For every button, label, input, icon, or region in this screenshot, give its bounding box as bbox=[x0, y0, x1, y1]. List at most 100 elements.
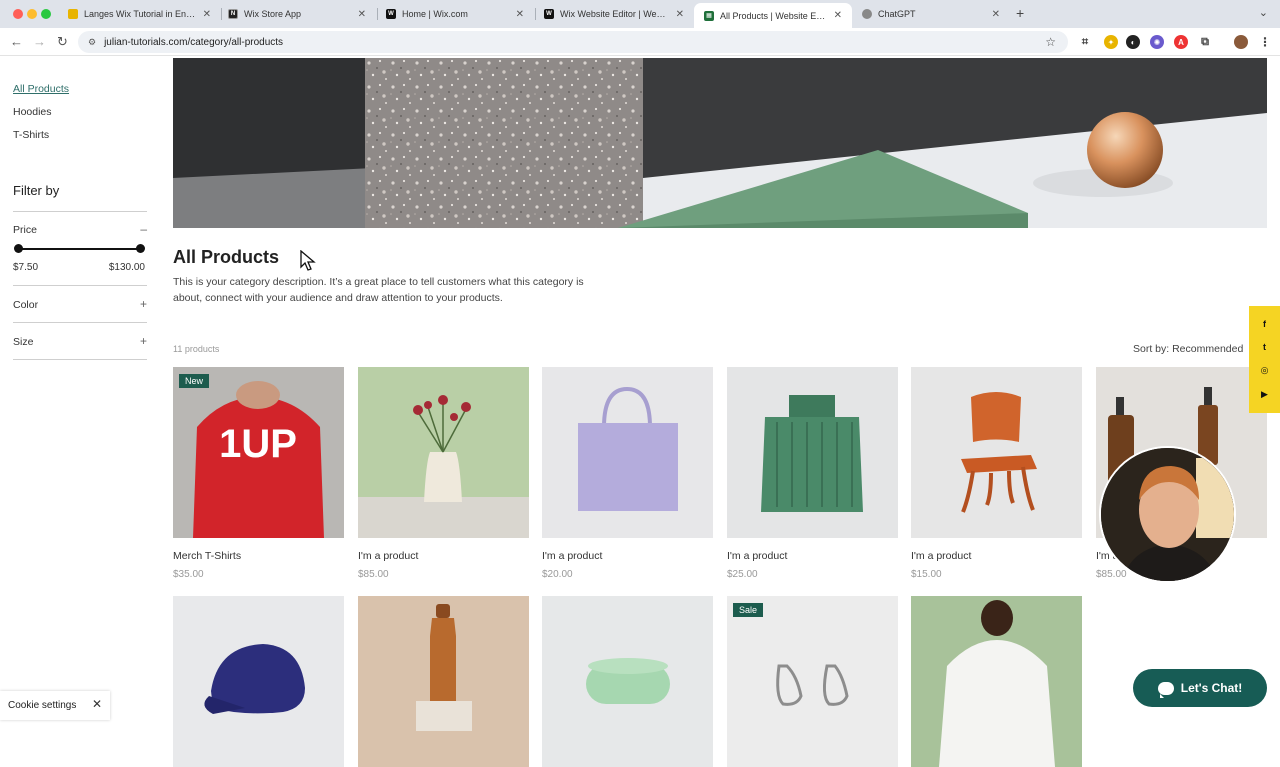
price-min-value: $7.50 bbox=[13, 262, 39, 273]
expand-color-icon[interactable]: + bbox=[140, 297, 147, 311]
url-text: julian-tutorials.com/category/all-produc… bbox=[104, 36, 284, 48]
product-image-flower-vase[interactable] bbox=[358, 367, 529, 538]
product-image-wooden-chair[interactable] bbox=[911, 367, 1082, 538]
tab-close-icon[interactable]: ✕ bbox=[834, 10, 842, 21]
product-price: $20.00 bbox=[542, 569, 573, 580]
tab-title: Wix Website Editor | Website bbox=[560, 9, 670, 19]
divider bbox=[13, 359, 147, 360]
new-tab-icon[interactable]: + bbox=[1016, 5, 1024, 21]
chat-bubble-icon bbox=[1157, 681, 1174, 698]
cast-icon[interactable]: ⌗ bbox=[1078, 35, 1092, 49]
cookie-settings-button[interactable]: Cookie settings ✕ bbox=[0, 691, 110, 720]
tab-favicon: ▦ bbox=[704, 10, 714, 21]
tab-title: Home | Wix.com bbox=[402, 9, 468, 19]
address-bar[interactable]: ⚙ julian-tutorials.com/category/all-prod… bbox=[78, 31, 1068, 53]
product-image-silver-earrings[interactable] bbox=[727, 596, 898, 767]
filter-color-label[interactable]: Color bbox=[13, 299, 38, 311]
tab-close-icon[interactable]: ✕ bbox=[203, 9, 211, 20]
extension-icon[interactable]: ✦ bbox=[1104, 35, 1118, 49]
product-image-white-tshirt[interactable] bbox=[911, 596, 1082, 767]
maximize-window-button[interactable] bbox=[41, 9, 51, 19]
tab-close-icon[interactable]: ✕ bbox=[992, 9, 1000, 20]
category-link-t-shirts[interactable]: T-Shirts bbox=[13, 129, 49, 141]
webcam-overlay bbox=[1099, 446, 1236, 583]
close-icon[interactable]: ✕ bbox=[92, 697, 102, 711]
browser-tab[interactable]: N Wix Store App ✕ bbox=[218, 3, 376, 25]
category-link-all-products[interactable]: All Products bbox=[13, 83, 69, 95]
product-name[interactable]: I'm a product bbox=[911, 550, 971, 562]
puzzle-extensions-icon[interactable]: ⧉ bbox=[1198, 35, 1212, 49]
divider bbox=[13, 211, 147, 212]
browser-tab[interactable]: W Wix Website Editor | Website ✕ bbox=[534, 3, 694, 25]
divider bbox=[13, 285, 147, 286]
product-image-green-soap[interactable] bbox=[542, 596, 713, 767]
filter-size-label[interactable]: Size bbox=[13, 336, 33, 348]
divider bbox=[13, 322, 147, 323]
category-banner-image bbox=[173, 58, 1267, 228]
product-count: 11 products bbox=[173, 344, 220, 354]
browser-toolbar: ← → ↻ ⚙ julian-tutorials.com/category/al… bbox=[0, 28, 1280, 56]
instagram-icon[interactable]: ◎ bbox=[1261, 365, 1269, 376]
cookie-settings-label: Cookie settings bbox=[8, 700, 77, 711]
tab-list-chevron-icon[interactable]: ⌄ bbox=[1259, 6, 1268, 19]
chat-button[interactable]: Let's Chat! bbox=[1133, 669, 1267, 707]
product-name[interactable]: I'm a product bbox=[358, 550, 418, 562]
browser-tab[interactable]: W Home | Wix.com ✕ bbox=[376, 3, 534, 25]
reload-icon[interactable]: ↻ bbox=[57, 34, 68, 50]
mouse-cursor-icon bbox=[300, 250, 316, 271]
product-image-tote-bag[interactable] bbox=[542, 367, 713, 538]
tab-favicon bbox=[862, 9, 872, 19]
price-max-handle[interactable] bbox=[136, 244, 145, 253]
product-image-water-bottle[interactable] bbox=[358, 596, 529, 767]
product-image-blue-cap[interactable] bbox=[173, 596, 344, 767]
product-image-red-tshirt[interactable]: 1UP bbox=[173, 367, 344, 538]
facebook-icon[interactable]: f bbox=[1263, 319, 1266, 329]
price-min-handle[interactable] bbox=[14, 244, 23, 253]
product-ribbon-new: New bbox=[179, 374, 210, 388]
bookmark-star-icon[interactable]: ☆ bbox=[1045, 35, 1056, 49]
youtube-icon[interactable]: ▶ bbox=[1261, 389, 1268, 400]
filter-price-label[interactable]: Price bbox=[13, 224, 37, 236]
tab-title: Wix Store App bbox=[244, 9, 302, 19]
tab-title: ChatGPT bbox=[878, 9, 916, 19]
browser-tab[interactable]: ChatGPT ✕ bbox=[852, 3, 1010, 25]
tab-close-icon[interactable]: ✕ bbox=[516, 9, 524, 20]
minimize-window-button[interactable] bbox=[27, 9, 37, 19]
product-image-green-sweater[interactable] bbox=[727, 367, 898, 538]
sort-dropdown[interactable]: Sort by: Recommended bbox=[1133, 343, 1243, 355]
product-ribbon-sale: Sale bbox=[733, 603, 764, 617]
tshirt-print-text: 1UP bbox=[219, 422, 297, 466]
expand-size-icon[interactable]: + bbox=[140, 334, 147, 348]
browser-tab[interactable]: Langes Wix Tutorial in Englisch ✕ bbox=[58, 3, 221, 25]
product-name[interactable]: Merch T-Shirts bbox=[173, 550, 241, 562]
site-info-icon[interactable]: ⚙ bbox=[88, 37, 96, 48]
product-price: $25.00 bbox=[727, 569, 758, 580]
browser-menu-icon[interactable]: ⋮ bbox=[1258, 35, 1272, 49]
price-max-value: $130.00 bbox=[108, 262, 145, 273]
category-description: This is your category description. It’s … bbox=[173, 276, 584, 304]
price-range-slider[interactable] bbox=[18, 248, 140, 250]
product-price: $35.00 bbox=[173, 569, 204, 580]
chat-label: Let's Chat! bbox=[1180, 681, 1243, 695]
filter-heading: Filter by bbox=[13, 183, 60, 198]
tab-close-icon[interactable]: ✕ bbox=[676, 9, 684, 20]
social-bar: f t ◎ ▶ bbox=[1249, 306, 1280, 413]
product-name[interactable]: I'm a product bbox=[727, 550, 787, 562]
tab-close-icon[interactable]: ✕ bbox=[358, 9, 366, 20]
back-arrow-icon[interactable]: ← bbox=[10, 34, 23, 49]
extension-icon[interactable]: ✺ bbox=[1150, 35, 1164, 49]
extension-icon[interactable]: ◐ bbox=[1126, 35, 1140, 49]
product-price: $85.00 bbox=[358, 569, 389, 580]
profile-avatar[interactable] bbox=[1234, 35, 1248, 49]
browser-tab-active[interactable]: ▦ All Products | Website English ✕ bbox=[694, 3, 852, 28]
collapse-price-icon[interactable]: – bbox=[140, 222, 147, 236]
adblock-icon[interactable]: A bbox=[1174, 35, 1188, 49]
twitter-icon[interactable]: t bbox=[1263, 342, 1266, 352]
tab-title: All Products | Website English bbox=[720, 10, 828, 21]
close-window-button[interactable] bbox=[13, 9, 23, 19]
tab-favicon: W bbox=[544, 9, 554, 19]
forward-arrow-icon[interactable]: → bbox=[33, 34, 46, 49]
product-name[interactable]: I'm a product bbox=[542, 550, 602, 562]
page-title: All Products bbox=[173, 247, 280, 267]
category-link-hoodies[interactable]: Hoodies bbox=[13, 106, 52, 118]
